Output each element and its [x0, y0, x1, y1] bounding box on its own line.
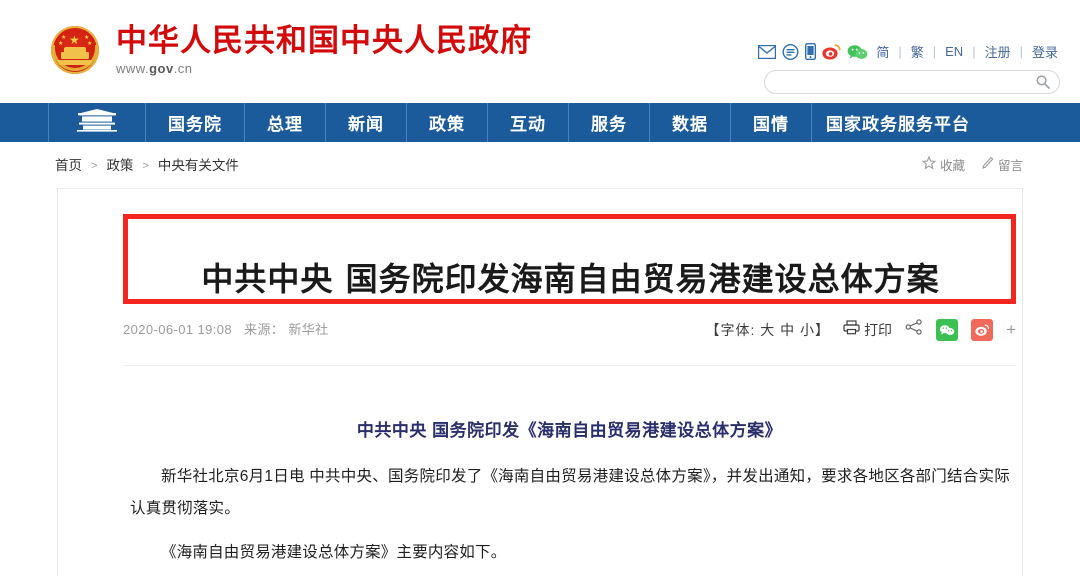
- mail-icon[interactable]: [758, 44, 777, 59]
- wechat-icon[interactable]: [847, 44, 868, 60]
- nav-item-zongli[interactable]: 总理: [245, 103, 326, 142]
- article-paragraph: 新华社北京6月1日电 中共中央、国务院印发了《海南自由贸易港建设总体方案》，并发…: [130, 468, 1010, 517]
- main-navigation: 国务院 总理 新闻 政策 互动 服务 数据 国情 国家政务服务平台: [0, 103, 1080, 142]
- wechat-share-icon[interactable]: [936, 319, 959, 341]
- article-meta-left: 2020-06-01 19:08 来源： 新华社: [123, 315, 329, 345]
- lang-simplified-link[interactable]: 简: [874, 42, 891, 61]
- message-icon[interactable]: [782, 43, 799, 60]
- breadcrumb-item-current: 中央有关文件: [157, 158, 239, 173]
- breadcrumb-actions: 收藏 留言: [921, 147, 1023, 185]
- register-link[interactable]: 注册: [983, 42, 1013, 61]
- nav-item-fuwu[interactable]: 服务: [569, 103, 650, 142]
- site-header: ★ ★ ★ ★ ★ 中华人民共和国中央人民政府 www.gov.cn 简 | 繁: [0, 0, 1080, 103]
- nav-item-government-service-platform[interactable]: 国家政务服务平台: [812, 103, 984, 142]
- article-meta-right: 【字体: 大 中 小】 打印 +: [706, 315, 1016, 345]
- article-source-label: 来源：: [244, 322, 285, 337]
- site-brand[interactable]: ★ ★ ★ ★ ★ 中华人民共和国中央人民政府 www.gov.cn: [48, 23, 532, 77]
- comment-button[interactable]: 留言: [981, 147, 1023, 185]
- print-button[interactable]: 打印: [843, 315, 892, 345]
- share-node-icon[interactable]: [905, 315, 923, 345]
- breadcrumb-separator: >: [91, 160, 98, 172]
- printer-icon: [843, 315, 860, 345]
- header-utility-links: 简 | 繁 | EN | 注册 | 登录: [758, 42, 1060, 61]
- site-title: 中华人民共和国中央人民政府: [116, 23, 532, 58]
- link-separator: |: [932, 44, 937, 59]
- lang-english-link[interactable]: EN: [943, 44, 965, 59]
- print-label: 打印: [864, 322, 893, 338]
- weibo-share-icon[interactable]: [971, 319, 994, 341]
- nav-item-zhengce[interactable]: 政策: [407, 103, 488, 142]
- comment-label: 留言: [997, 159, 1023, 173]
- login-link[interactable]: 登录: [1030, 42, 1060, 61]
- mobile-icon[interactable]: [805, 43, 817, 60]
- weibo-icon[interactable]: [822, 43, 841, 60]
- nav-home[interactable]: [48, 103, 146, 142]
- article-card: 中共中央 国务院印发海南自由贸易港建设总体方案 2020-06-01 19:08…: [57, 188, 1023, 576]
- tiananmen-icon: [75, 108, 119, 137]
- article-date: 2020-06-01 19:08: [123, 322, 233, 337]
- article-source: 新华社: [288, 322, 329, 337]
- nav-item-xinwen[interactable]: 新闻: [326, 103, 407, 142]
- more-share-icon[interactable]: +: [1006, 315, 1016, 345]
- nav-item-hudong[interactable]: 互动: [488, 103, 569, 142]
- breadcrumb-bar: 首页 > 政策 > 中央有关文件 收藏 留言: [0, 147, 1080, 185]
- search-input[interactable]: [777, 71, 1031, 95]
- search-box[interactable]: [764, 70, 1060, 95]
- font-size-control[interactable]: 【字体: 大 中 小】: [706, 315, 831, 345]
- site-url: www.gov.cn: [116, 61, 193, 76]
- breadcrumb-separator: >: [142, 160, 149, 172]
- lang-traditional-link[interactable]: 繁: [909, 42, 926, 61]
- breadcrumb-item-home[interactable]: 首页: [55, 147, 82, 185]
- favorite-button[interactable]: 收藏: [921, 147, 965, 185]
- nav-item-shuju[interactable]: 数据: [650, 103, 731, 142]
- link-separator: |: [898, 44, 902, 59]
- article-subtitle: 中共中央 国务院印发《海南自由贸易港建设总体方案》: [356, 421, 783, 440]
- link-separator: |: [1019, 44, 1023, 59]
- nav-item-guowuyuan[interactable]: 国务院: [146, 103, 245, 142]
- pencil-icon: [981, 147, 994, 185]
- article-body: 新华社北京6月1日电 中共中央、国务院印发了《海南自由贸易港建设总体方案》，并发…: [130, 461, 1010, 581]
- nav-item-guoqing[interactable]: 国情: [731, 103, 812, 142]
- star-icon: [921, 147, 937, 185]
- article-meta: 2020-06-01 19:08 来源： 新华社 【字体: 大 中 小】 打印 …: [123, 315, 1016, 345]
- article-title: 中共中央 国务院印发海南自由贸易港建设总体方案: [201, 260, 940, 299]
- link-separator: |: [972, 44, 976, 59]
- breadcrumb-item-policy[interactable]: 政策: [106, 147, 133, 185]
- article-paragraph: 《海南自由贸易港建设总体方案》主要内容如下。: [161, 544, 507, 561]
- national-emblem-icon: ★ ★ ★ ★ ★: [48, 23, 102, 77]
- meta-divider: [123, 365, 1016, 366]
- favorite-label: 收藏: [939, 159, 965, 173]
- search-icon[interactable]: [1035, 74, 1051, 95]
